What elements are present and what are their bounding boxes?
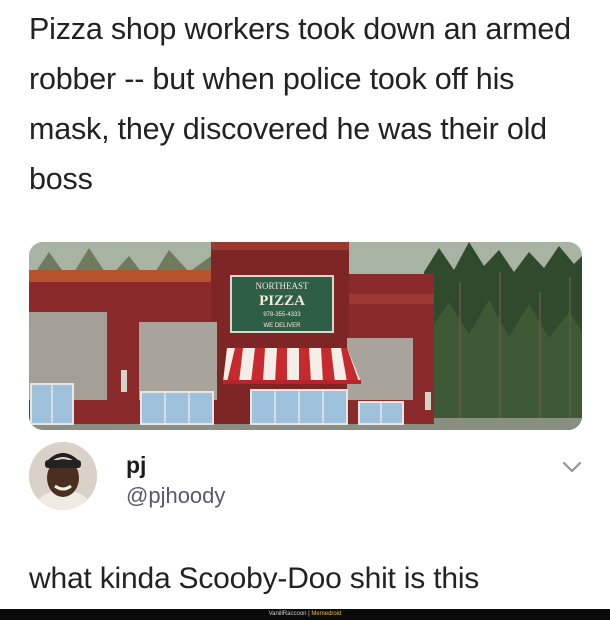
author-name[interactable]: pj <box>126 452 146 479</box>
sign-line-2: PIZZA <box>259 293 305 309</box>
sign-line-3: 978-355-4333 <box>263 312 301 318</box>
author-handle[interactable]: @pjhoody <box>126 483 225 509</box>
reply-card: pj @pjhoody what kinda Scooby-Doo shit i… <box>0 438 610 608</box>
post-headline: Pizza shop workers took down an armed ro… <box>29 12 571 196</box>
pizza-shop-photo: NORTHEAST PIZZA 978-355-4333 WE DELIVER <box>29 242 582 430</box>
chevron-down-icon[interactable] <box>561 460 583 474</box>
sign-line-4: WE DELIVER <box>263 323 301 329</box>
avatar[interactable] <box>29 442 97 510</box>
pizza-shop-illustration: NORTHEAST PIZZA 978-355-4333 WE DELIVER <box>29 242 582 430</box>
sign-line-1: NORTHEAST <box>256 281 309 291</box>
meme-page: Pizza shop workers took down an armed ro… <box>0 0 610 620</box>
watermark-app: Memedroid <box>311 611 342 617</box>
avatar-image <box>29 442 97 510</box>
watermark-bar: VanillRaccoon | Memedroid <box>0 609 610 620</box>
reply-text: what kinda Scooby-Doo shit is this <box>29 562 480 595</box>
watermark-site: VanillRaccoon <box>268 611 307 617</box>
